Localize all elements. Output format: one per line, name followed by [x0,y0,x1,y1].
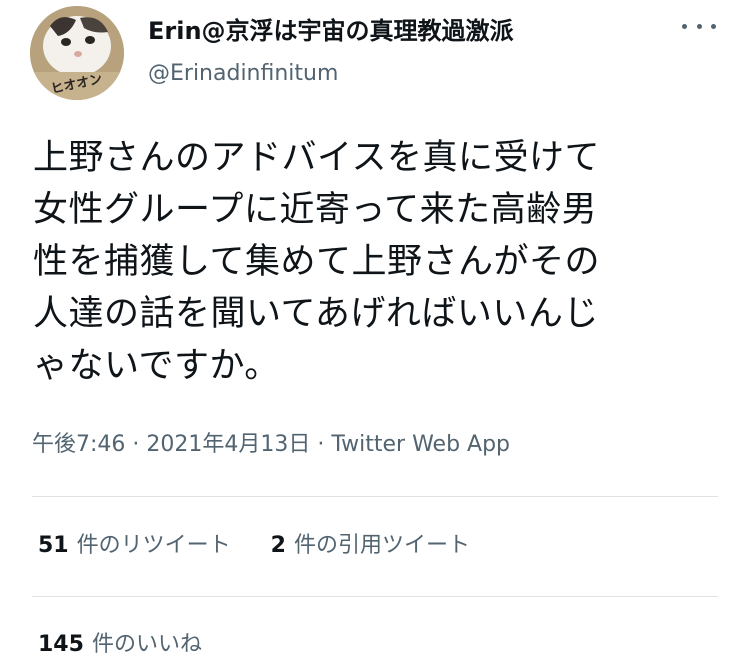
divider [32,596,718,597]
tweet-text-line: 女性グループに近寄って来た高齢男 [33,190,598,230]
likes-stats-row: 145 件のいいね [38,628,242,662]
meta-separator: · [125,432,147,457]
more-dot-icon [696,23,702,29]
quotes-count: 2 [270,533,286,558]
tweet-meta: 午後7:46 · 2021年4月13日 · Twitter Web App [32,428,510,462]
tweet-time[interactable]: 午後7:46 [32,432,125,457]
display-name[interactable]: Erin@京浮は宇宙の真理教過激派 [148,14,514,48]
tweet-text: 上野さんのアドバイスを真に受けて 女性グループに近寄って来た高齢男 性を捕獲して… [33,132,703,392]
retweets-count: 51 [38,533,69,558]
likes-label: 件のいいね [91,632,202,657]
likes-count: 145 [38,632,84,657]
more-options-button[interactable] [682,16,716,36]
more-dot-icon [682,23,687,29]
tweet-date[interactable]: 2021年4月13日 [146,432,310,457]
likes-stat[interactable]: 145 件のいいね [38,628,202,662]
retweets-stat[interactable]: 51 件のリツイート [38,529,231,563]
quotes-label: 件の引用ツイート [293,533,470,558]
retweets-label: 件のリツイート [76,533,231,558]
divider [32,496,718,497]
tweet-text-line: 性を捕獲して集めて上野さんがその [33,242,600,282]
tweet-text-line: 上野さんのアドバイスを真に受けて [33,138,600,178]
user-handle[interactable]: @Erinadinfinitum [148,58,514,90]
retweet-stats-row: 51 件のリツイート 2 件の引用ツイート [38,529,510,563]
tweet-source-link[interactable]: Twitter Web App [331,432,510,457]
quotes-stat[interactable]: 2 件の引用ツイート [271,529,470,563]
avatar[interactable]: ヒオオン [30,6,124,100]
meta-separator: · [310,432,332,457]
tweet-text-line: ゃないですか。 [33,346,280,386]
more-dot-icon [711,23,716,29]
cat-avatar-image: ヒオオン [30,6,124,100]
tweet-header: ヒオオン Erin@京浮は宇宙の真理教過激派 @Erinadinfinitum [30,6,720,106]
tweet-text-line: 人達の話を聞いてあげればいいんじ [33,294,599,334]
user-info: Erin@京浮は宇宙の真理教過激派 @Erinadinfinitum [148,14,514,90]
